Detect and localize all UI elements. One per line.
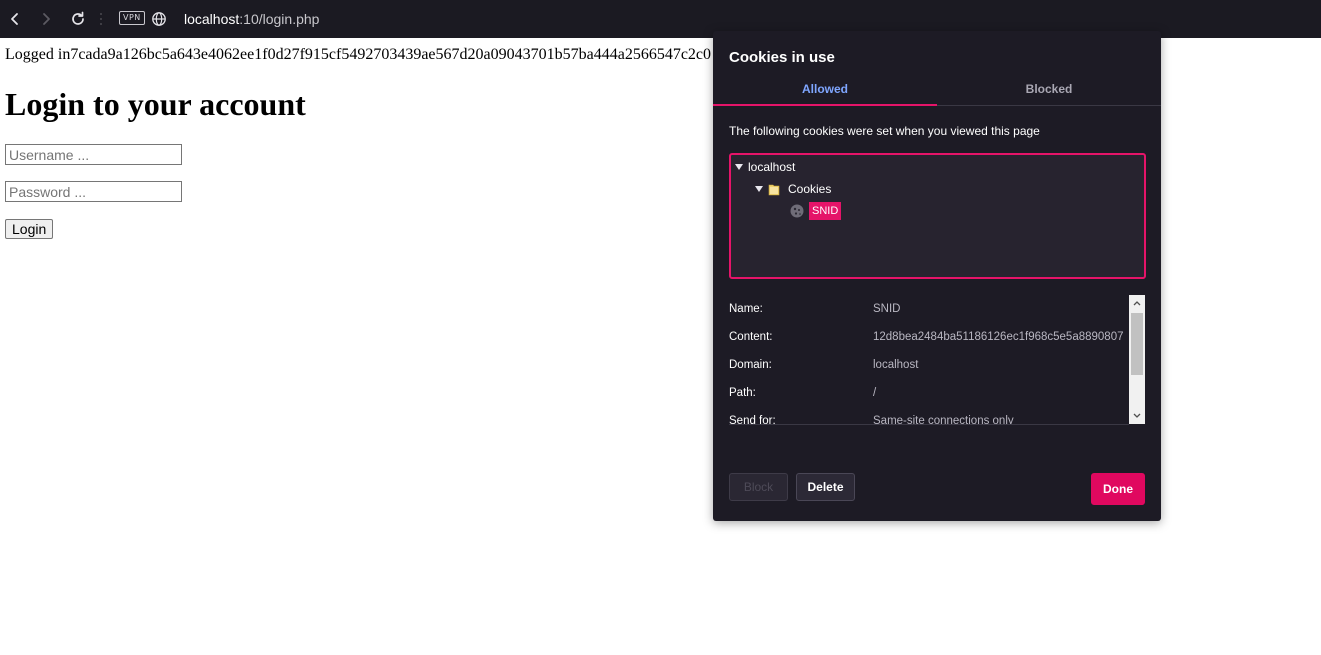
detail-value: /: [873, 387, 877, 399]
detail-value: Same-site connections only: [873, 415, 1014, 424]
detail-key: Content:: [729, 331, 773, 343]
detail-row-content: Content: 12d8bea2484ba51186126ec1f968c5e…: [729, 331, 1129, 347]
detail-value: localhost: [873, 359, 919, 371]
cookie-tabs: Allowed Blocked: [713, 79, 1161, 106]
detail-value: 12d8bea2484ba51186126ec1f968c5e5a8890807: [873, 331, 1124, 343]
tree-item-cookies-folder[interactable]: Cookies: [755, 180, 831, 198]
logged-in-text: Logged in7cada9a126bc5a643e4062ee1f0d27f…: [5, 46, 712, 63]
url-host: localhost: [184, 11, 240, 27]
expand-caret-icon[interactable]: [735, 164, 743, 170]
detail-key: Path:: [729, 387, 756, 399]
password-input[interactable]: [5, 181, 182, 202]
tree-site-label: localhost: [748, 160, 796, 174]
scroll-up-icon[interactable]: [1129, 295, 1145, 311]
detail-row-send-for: Send for: Same-site connections only: [729, 415, 1129, 424]
detail-row-domain: Domain: localhost: [729, 359, 1129, 375]
popup-title: Cookies in use: [729, 49, 835, 66]
scroll-thumb[interactable]: [1131, 313, 1143, 375]
delete-button[interactable]: Delete: [796, 473, 855, 501]
cookie-name-label: SNID: [809, 202, 842, 220]
tab-blocked[interactable]: Blocked: [937, 79, 1161, 106]
cookie-icon: [789, 203, 805, 219]
address-bar[interactable]: localhost:10/login.php: [184, 10, 319, 28]
tree-folder-label: Cookies: [788, 182, 832, 196]
tree-item-site[interactable]: localhost: [735, 158, 795, 176]
block-button[interactable]: Block: [729, 473, 788, 501]
detail-key: Domain:: [729, 359, 772, 371]
tab-allowed[interactable]: Allowed: [713, 79, 937, 106]
tree-item-cookie-snid[interactable]: SNID: [789, 202, 842, 220]
details-divider: [729, 424, 1129, 425]
detail-row-path: Path: /: [729, 387, 1129, 403]
details-scrollbar[interactable]: [1129, 295, 1145, 424]
scroll-down-icon[interactable]: [1129, 408, 1145, 424]
detail-key: Name:: [729, 303, 763, 315]
detail-key: Send for:: [729, 415, 776, 424]
detail-value: SNID: [873, 303, 901, 315]
globe-icon[interactable]: [148, 8, 170, 30]
toolbar-separator: [98, 10, 104, 28]
cookies-popup: Cookies in use Allowed Blocked The follo…: [713, 31, 1161, 521]
detail-row-name: Name: SNID: [729, 303, 1129, 319]
login-button[interactable]: Login: [5, 219, 54, 239]
username-input[interactable]: [5, 144, 182, 165]
expand-caret-icon[interactable]: [755, 186, 763, 192]
cookie-details: Name: SNID Content: 12d8bea2484ba5118612…: [729, 295, 1129, 424]
vpn-badge[interactable]: VPN: [119, 11, 145, 25]
forward-arrow-icon[interactable]: [35, 8, 57, 30]
done-button[interactable]: Done: [1091, 473, 1145, 505]
folder-icon: [768, 183, 780, 196]
url-path: :10/login.php: [239, 11, 320, 27]
cookie-tree[interactable]: localhost Cookies SNID: [729, 153, 1146, 279]
cookies-description: The following cookies were set when you …: [729, 124, 1040, 138]
back-arrow-icon[interactable]: [4, 8, 26, 30]
reload-icon[interactable]: [67, 8, 89, 30]
page-title: Login to your account: [5, 86, 306, 122]
